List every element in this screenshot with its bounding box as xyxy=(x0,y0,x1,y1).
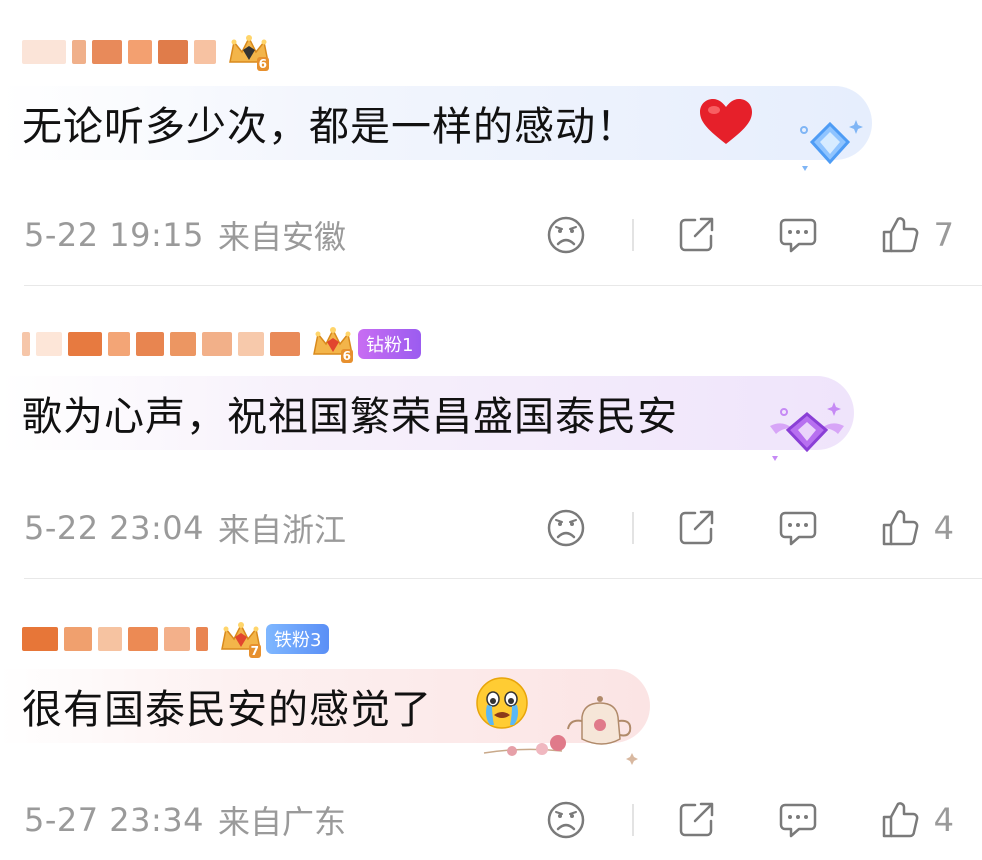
comment-text: 歌为心声，祝祖国繁荣昌盛国泰民安 xyxy=(22,394,678,440)
crown-level-icon: 6 xyxy=(310,324,356,364)
comment-item: 6 钻粉1 歌为心声，祝祖国繁荣昌盛国泰民安 5-22 23:04 来自浙江 4 xyxy=(0,286,982,578)
blue-diamond-icon xyxy=(790,112,870,180)
comment-meta: 5-22 19:15 来自安徽 7 xyxy=(24,213,954,257)
crown-level-icon: 7 xyxy=(218,619,264,659)
user-name-row[interactable]: 7 铁粉3 xyxy=(22,617,330,661)
share-icon[interactable] xyxy=(674,798,718,842)
comment-icon[interactable] xyxy=(776,506,820,550)
comment-text: 很有国泰民安的感觉了 xyxy=(22,687,432,733)
share-icon[interactable] xyxy=(674,506,718,550)
comment-item: 7 铁粉3 很有国泰民安的感觉了 5-27 23:34 来自广东 4 xyxy=(0,579,982,860)
thumbs-up-icon[interactable] xyxy=(878,213,922,257)
crown-level-label: 7 xyxy=(248,644,261,658)
action-divider xyxy=(631,804,634,836)
red-heart-icon xyxy=(698,98,754,152)
comment-time: 5-27 23:34 xyxy=(24,801,205,839)
comment-bubble[interactable]: 歌为心声，祝祖国繁荣昌盛国泰民安 xyxy=(0,376,854,450)
blurred-username[interactable] xyxy=(22,627,208,651)
comment-meta: 5-22 23:04 来自浙江 4 xyxy=(24,506,954,550)
comment-location: 来自浙江 xyxy=(218,511,347,549)
comment-item: 6 无论听多少次，都是一样的感动！ 5-22 19:15 来自安徽 7 xyxy=(0,0,982,285)
comment-location: 来自广东 xyxy=(218,803,347,841)
teapot-roses-icon xyxy=(482,691,642,775)
thumbs-up-icon[interactable] xyxy=(878,798,922,842)
comment-actions: 7 xyxy=(544,213,954,257)
comment-actions: 4 xyxy=(544,506,954,550)
comment-time: 5-22 19:15 xyxy=(24,216,205,254)
share-icon[interactable] xyxy=(674,213,718,257)
purple-winged-diamond-icon xyxy=(764,398,850,468)
blurred-username[interactable] xyxy=(22,332,300,356)
sad-face-icon[interactable] xyxy=(544,213,588,257)
comment-time: 5-22 23:04 xyxy=(24,509,205,547)
comment-icon[interactable] xyxy=(776,213,820,257)
action-divider xyxy=(631,219,634,251)
comment-text: 无论听多少次，都是一样的感动！ xyxy=(22,104,637,150)
crown-level-icon: 6 xyxy=(226,32,272,72)
fan-badge[interactable]: 铁粉3 xyxy=(266,624,330,654)
comment-icon[interactable] xyxy=(776,798,820,842)
like-count: 4 xyxy=(933,509,954,547)
comment-meta: 5-27 23:34 来自广东 4 xyxy=(24,798,954,842)
thumbs-up-icon[interactable] xyxy=(878,506,922,550)
crown-level-label: 6 xyxy=(340,349,353,363)
sad-face-icon[interactable] xyxy=(544,798,588,842)
action-divider xyxy=(631,512,634,544)
user-name-row[interactable]: 6 xyxy=(22,30,272,74)
crown-level-label: 6 xyxy=(256,57,269,71)
like-count: 4 xyxy=(933,801,954,839)
blurred-username[interactable] xyxy=(22,40,216,64)
comment-location: 来自安徽 xyxy=(218,218,347,256)
fan-badge[interactable]: 钻粉1 xyxy=(358,329,422,359)
comment-actions: 4 xyxy=(544,798,954,842)
user-name-row[interactable]: 6 钻粉1 xyxy=(22,322,422,366)
like-count: 7 xyxy=(933,216,954,254)
sad-face-icon[interactable] xyxy=(544,506,588,550)
